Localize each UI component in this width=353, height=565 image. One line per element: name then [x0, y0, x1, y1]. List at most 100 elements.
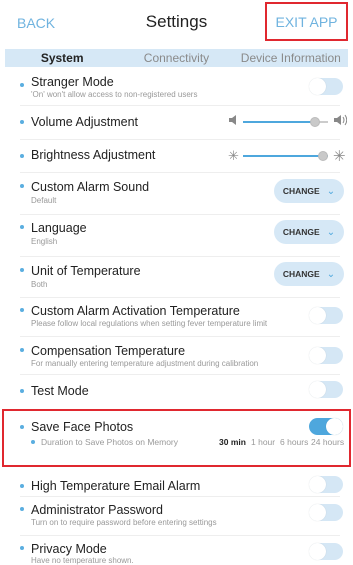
alarm-activation-toggle[interactable] — [309, 307, 343, 324]
bullet — [20, 507, 24, 511]
toggle-knob — [309, 307, 326, 324]
privacy-mode-toggle[interactable] — [309, 543, 343, 560]
stranger-mode-toggle[interactable] — [309, 78, 343, 95]
chevron-down-icon: ⌄ — [326, 185, 336, 197]
divider — [20, 256, 340, 257]
setting-save-face-photos: Save Face Photos Duration to Save Photos… — [0, 415, 353, 463]
bullet — [20, 120, 24, 124]
setting-label: Test Mode — [31, 384, 89, 398]
change-language-button[interactable]: CHANGE ⌄ — [274, 220, 344, 244]
change-unit-button[interactable]: CHANGE ⌄ — [274, 262, 344, 286]
tab-bar: System Connectivity Device Information — [5, 49, 348, 67]
setting-description: Turn on to require password before enter… — [31, 518, 217, 527]
setting-label: Privacy Mode — [31, 542, 107, 556]
bullet — [20, 184, 24, 188]
setting-language: Language English CHANGE ⌄ — [0, 216, 353, 250]
divider — [20, 374, 340, 375]
toggle-knob — [309, 347, 326, 364]
tab-system[interactable]: System — [5, 49, 119, 67]
setting-administrator-password: Administrator Password Turn on to requir… — [0, 498, 353, 532]
duration-option-24-hours[interactable]: 24 hours — [311, 437, 344, 447]
duration-option-1-hour[interactable]: 1 hour — [251, 437, 275, 447]
toggle-knob — [309, 476, 326, 493]
setting-label: Volume Adjustment — [31, 115, 139, 129]
slider-track-filled — [243, 155, 328, 157]
setting-value: Both — [31, 280, 48, 289]
admin-password-toggle[interactable] — [309, 504, 343, 521]
duration-option-6-hours[interactable]: 6 hours — [280, 437, 308, 447]
toggle-knob — [309, 381, 326, 398]
toggle-knob — [309, 78, 326, 95]
divider — [20, 496, 340, 497]
setting-privacy-mode: Privacy Mode Have no temperature shown. — [0, 537, 353, 565]
setting-label: Brightness Adjustment — [31, 148, 156, 162]
setting-stranger-mode: Stranger Mode 'On' won't allow access to… — [0, 72, 353, 106]
setting-label: Language — [31, 221, 87, 235]
change-alarm-sound-button[interactable]: CHANGE ⌄ — [274, 179, 344, 203]
bullet — [20, 348, 24, 352]
tab-connectivity[interactable]: Connectivity — [119, 49, 233, 67]
slider-thumb[interactable] — [310, 117, 320, 127]
setting-label: Save Face Photos — [31, 420, 134, 434]
setting-description: Have no temperature shown. — [31, 556, 134, 565]
setting-label: Compensation Temperature — [31, 344, 186, 358]
button-label: CHANGE — [282, 269, 320, 279]
bullet — [20, 484, 24, 488]
divider — [20, 172, 340, 173]
duration-label: Duration to Save Photos on Memory — [41, 437, 179, 447]
setting-label: Unit of Temperature — [31, 264, 141, 278]
bullet — [20, 83, 24, 87]
sun-high-icon: ✳ — [333, 148, 346, 165]
setting-label: Custom Alarm Activation Temperature — [31, 304, 240, 318]
bullet — [31, 440, 35, 444]
setting-description: For manually entering temperature adjust… — [31, 359, 259, 368]
bullet — [20, 389, 24, 393]
speaker-low-icon — [228, 114, 238, 129]
brightness-slider[interactable] — [243, 151, 328, 161]
setting-value: English — [31, 237, 58, 246]
setting-custom-alarm-sound: Custom Alarm Sound Default CHANGE ⌄ — [0, 175, 353, 209]
setting-test-mode: Test Mode — [0, 376, 353, 406]
bullet — [20, 268, 24, 272]
divider — [20, 214, 340, 215]
top-bar: BACK Settings EXIT APP — [0, 0, 353, 45]
sun-low-icon: ✳ — [228, 148, 239, 163]
test-mode-toggle[interactable] — [309, 381, 343, 398]
chevron-down-icon: ⌄ — [326, 268, 336, 280]
bullet — [20, 308, 24, 312]
setting-brightness: Brightness Adjustment ✳ ✳ — [0, 140, 353, 170]
divider — [20, 297, 340, 298]
chevron-down-icon: ⌄ — [326, 226, 336, 238]
duration-option-30-min[interactable]: 30 min — [219, 437, 246, 447]
setting-compensation-temperature: Compensation Temperature For manually en… — [0, 339, 353, 373]
toggle-knob — [326, 418, 343, 435]
button-label: CHANGE — [282, 186, 320, 196]
save-face-photos-toggle[interactable] — [309, 418, 343, 435]
bullet — [20, 546, 24, 550]
toggle-knob — [309, 504, 326, 521]
setting-description: Please follow local regulations when set… — [31, 319, 268, 328]
divider — [20, 336, 340, 337]
email-alarm-toggle[interactable] — [309, 476, 343, 493]
setting-volume: Volume Adjustment — [0, 107, 353, 137]
setting-label: Administrator Password — [31, 503, 163, 517]
setting-label: Custom Alarm Sound — [31, 180, 150, 194]
volume-slider[interactable] — [243, 117, 328, 127]
bullet — [20, 425, 24, 429]
setting-value: Default — [31, 196, 57, 205]
slider-track-filled — [243, 121, 315, 123]
button-label: CHANGE — [282, 227, 320, 237]
slider-thumb[interactable] — [318, 151, 328, 161]
setting-label: High Temperature Email Alarm — [31, 479, 201, 493]
setting-custom-alarm-activation-temperature: Custom Alarm Activation Temperature Plea… — [0, 299, 353, 333]
setting-description: 'On' won't allow access to non-registere… — [31, 90, 198, 99]
speaker-high-icon — [333, 114, 348, 129]
bullet — [20, 225, 24, 229]
bullet — [20, 154, 24, 158]
setting-label: Stranger Mode — [31, 75, 114, 89]
tab-device-information[interactable]: Device Information — [234, 49, 348, 67]
compensation-toggle[interactable] — [309, 347, 343, 364]
setting-unit-of-temperature: Unit of Temperature Both CHANGE ⌄ — [0, 259, 353, 293]
toggle-knob — [309, 543, 326, 560]
exit-app-button[interactable]: EXIT APP — [265, 2, 348, 41]
